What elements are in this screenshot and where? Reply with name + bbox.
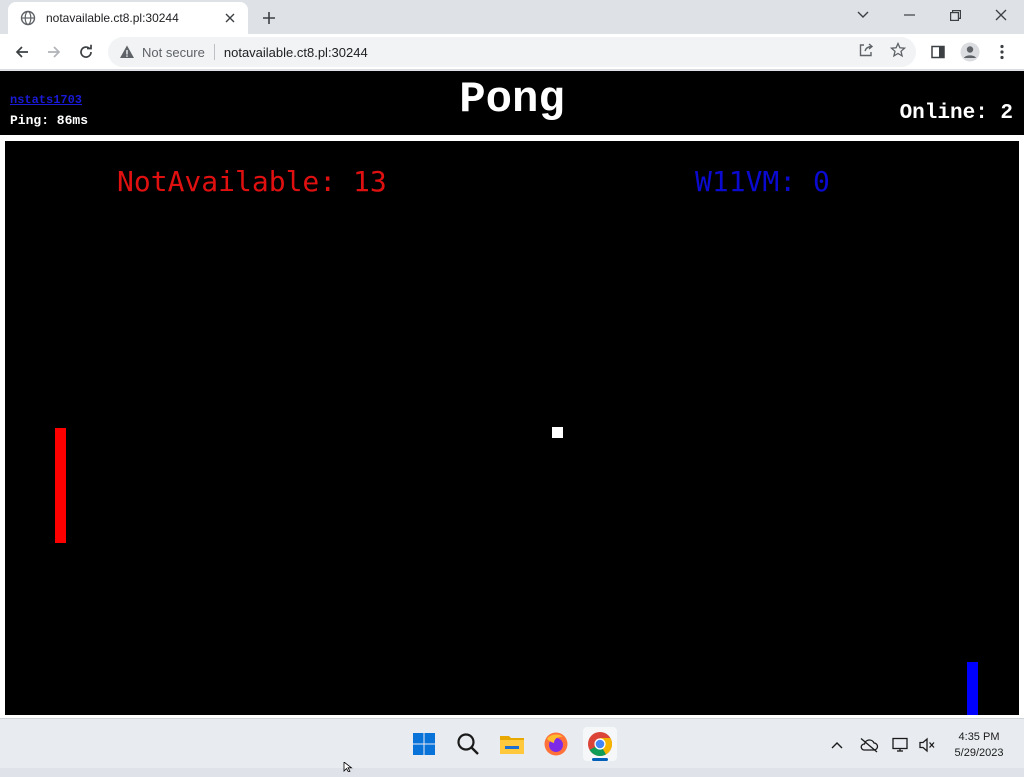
right-paddle [967,662,978,715]
game-canvas[interactable]: NotAvailable: 13 W11VM: 0 [5,141,1019,715]
clock-time: 4:35 PM [958,731,1000,743]
new-tab-button[interactable] [258,7,280,29]
taskbar: 4:35 PM 5/29/2023 [0,718,1024,768]
chrome-icon[interactable] [583,727,617,761]
firefox-icon[interactable] [539,727,573,761]
clock-date: 5/29/2023 [954,747,1004,759]
page-title: Pong [459,75,565,125]
tab-strip: notavailable.ct8.pl:30244 [0,0,1024,34]
tab-search-icon[interactable] [840,0,886,30]
menu-kebab-icon[interactable] [988,38,1016,66]
left-player-score: NotAvailable: 13 [117,165,387,198]
close-window-button[interactable] [978,0,1024,30]
globe-icon [20,10,36,26]
address-bar[interactable]: Not secure notavailable.ct8.pl:30244 [108,37,916,67]
profile-avatar-icon[interactable] [956,38,984,66]
restore-button[interactable] [932,0,978,30]
active-app-indicator [592,758,608,761]
start-icon[interactable] [407,727,441,761]
side-panel-icon[interactable] [924,38,952,66]
game-header: nstats1703 Ping: 86ms Pong Online: 2 [0,71,1024,135]
clock[interactable]: 4:35 PM 5/29/2023 [944,729,1014,761]
warning-icon[interactable] [119,44,135,60]
browser-tab[interactable]: notavailable.ct8.pl:30244 [8,2,248,34]
online-count: Online: 2 [899,102,1013,125]
network-icon[interactable] [891,735,911,755]
security-label[interactable]: Not secure [142,45,205,60]
bookmark-star-icon[interactable] [889,41,907,59]
url-text[interactable]: notavailable.ct8.pl:30244 [224,45,368,60]
browser-toolbar: Not secure notavailable.ct8.pl:30244 [0,34,1024,70]
show-hidden-icons-icon[interactable] [827,735,847,755]
volume-muted-icon[interactable] [917,735,937,755]
ball [552,427,563,438]
left-paddle [55,428,66,543]
close-tab-icon[interactable] [222,10,238,26]
web-page: nstats1703 Ping: 86ms Pong Online: 2 Not… [0,71,1024,718]
minimize-button[interactable] [886,0,932,30]
share-icon[interactable] [857,41,875,59]
search-icon[interactable] [451,727,485,761]
reload-button[interactable] [72,38,100,66]
divider [213,44,215,60]
tab-title: notavailable.ct8.pl:30244 [46,11,179,25]
forward-button[interactable] [40,38,68,66]
onedrive-offline-icon[interactable] [859,735,879,755]
right-player-score: W11VM: 0 [695,165,830,198]
file-explorer-icon[interactable] [495,727,529,761]
back-button[interactable] [8,38,36,66]
